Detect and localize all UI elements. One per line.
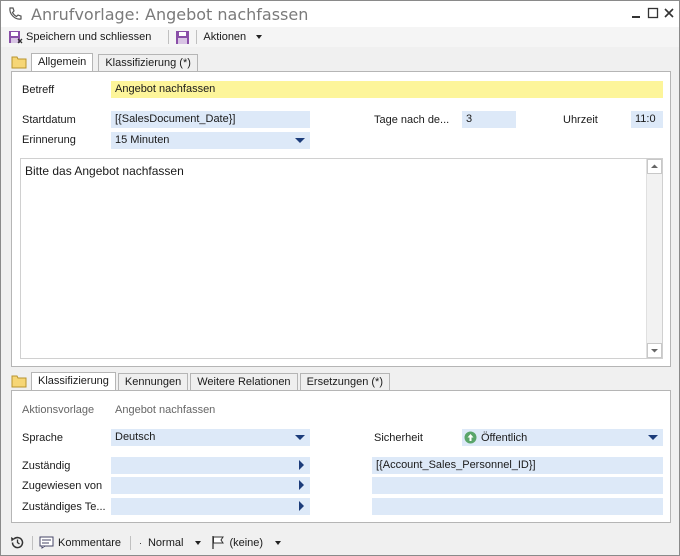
save-close-icon xyxy=(8,30,23,45)
tab-label: Allgemein xyxy=(38,56,87,68)
flag-icon xyxy=(211,535,225,550)
comment-icon xyxy=(39,536,54,549)
bottom-tab-strip: Klassifizierung Kennungen Weitere Relati… xyxy=(5,372,390,390)
time-label: Uhrzeit xyxy=(563,114,598,126)
template-label: Aktionsvorlage xyxy=(22,404,95,416)
team-label: Zuständiges Te... xyxy=(22,501,106,513)
status-separator xyxy=(32,535,33,550)
priority-value: Normal xyxy=(147,536,184,549)
chevron-down-icon xyxy=(295,435,305,440)
template-value: Angebot nachfassen xyxy=(115,404,216,416)
tab-label: Klassifizierung (*) xyxy=(105,57,191,69)
reminder-value: 15 Minuten xyxy=(115,134,170,146)
days-after-label: Tage nach de... xyxy=(374,114,450,126)
folder-icon xyxy=(11,55,27,69)
startdate-label: Startdatum xyxy=(22,114,76,126)
language-select[interactable]: Deutsch xyxy=(111,429,310,446)
minimize-icon[interactable] xyxy=(628,5,644,21)
save-button[interactable] xyxy=(172,28,193,46)
assigned-by-field[interactable] xyxy=(111,477,310,494)
chevron-down-icon xyxy=(256,35,263,39)
chevron-right-icon[interactable] xyxy=(299,501,304,511)
flag-dropdown[interactable]: (keine) xyxy=(208,534,284,552)
security-select[interactable]: Öffentlich xyxy=(462,429,663,446)
history-icon[interactable] xyxy=(9,534,26,551)
phone-icon xyxy=(7,6,23,22)
responsible-right-field[interactable]: [{Account_Sales_Personnel_ID}] xyxy=(372,457,663,474)
chevron-down-icon xyxy=(295,138,305,143)
subject-value: Angebot nachfassen xyxy=(115,83,216,95)
toolbar-separator xyxy=(168,30,170,44)
responsible-label: Zuständig xyxy=(22,460,71,472)
actions-label: Aktionen xyxy=(203,31,247,43)
comments-button[interactable]: Kommentare xyxy=(36,534,124,552)
language-label: Sprache xyxy=(22,432,63,444)
save-close-button[interactable]: Speichern und schliessen xyxy=(5,28,154,46)
actions-menu-button[interactable]: Aktionen xyxy=(200,28,265,46)
scroll-down-arrow[interactable] xyxy=(647,343,662,358)
status-bar: Kommentare · Normal (keine) xyxy=(1,530,679,555)
time-field[interactable]: 11:0 xyxy=(631,111,663,128)
days-after-value: 3 xyxy=(466,113,473,125)
tab-label: Kennungen xyxy=(124,376,182,388)
assigned-by-label: Zugewiesen von xyxy=(22,480,103,492)
assigned-by-right-field[interactable] xyxy=(372,477,663,494)
top-tab-strip: Allgemein Klassifizierung (*) xyxy=(5,53,198,71)
time-value: 11:0 xyxy=(635,113,656,125)
save-icon xyxy=(175,30,190,45)
startdate-field[interactable]: [{SalesDocument_Date}] xyxy=(111,111,310,128)
public-icon xyxy=(464,431,477,444)
close-icon[interactable] xyxy=(661,5,677,21)
subject-field[interactable]: Angebot nachfassen xyxy=(111,81,663,98)
chevron-right-icon[interactable] xyxy=(299,480,304,490)
body-text: Bitte das Angebot nachfassen xyxy=(25,164,184,178)
status-separator xyxy=(129,535,131,550)
team-field[interactable] xyxy=(111,498,310,515)
chevron-down-icon xyxy=(648,435,658,440)
body-text-area[interactable]: Bitte das Angebot nachfassen xyxy=(20,158,663,359)
scroll-up-arrow[interactable] xyxy=(647,159,662,174)
flag-value: (keine) xyxy=(229,536,264,549)
language-value: Deutsch xyxy=(115,431,156,443)
window: Anrufvorlage: Angebot nachfassen Speiche… xyxy=(0,0,680,556)
tab-ersetzungen[interactable]: Ersetzungen (*) xyxy=(299,373,390,390)
priority-dropdown[interactable]: · Normal xyxy=(136,534,204,552)
window-title: Anrufvorlage: Angebot nachfassen xyxy=(31,4,309,24)
folder-icon xyxy=(11,374,27,388)
chevron-down-icon xyxy=(195,540,202,545)
tab-label: Ersetzungen (*) xyxy=(306,376,383,388)
security-value: Öffentlich xyxy=(481,432,528,444)
comments-label: Kommentare xyxy=(58,536,121,549)
reminder-select[interactable]: 15 Minuten xyxy=(111,132,310,149)
maximize-icon[interactable] xyxy=(645,5,661,21)
responsible-field[interactable] xyxy=(111,457,310,474)
classification-panel: Aktionsvorlage Angebot nachfassen Sprach… xyxy=(11,390,671,523)
general-panel: Betreff Angebot nachfassen Startdatum [{… xyxy=(11,71,671,367)
subject-label: Betreff xyxy=(22,84,55,96)
toolbar-separator xyxy=(196,30,198,44)
body-scrollbar[interactable] xyxy=(646,159,662,358)
toolbar: Speichern und schliessen Aktionen xyxy=(1,27,679,47)
startdate-value: [{SalesDocument_Date}] xyxy=(115,113,236,125)
save-close-label: Speichern und schliessen xyxy=(26,31,152,43)
tab-kennungen[interactable]: Kennungen xyxy=(117,373,189,390)
responsible-right-value: [{Account_Sales_Personnel_ID}] xyxy=(376,459,536,471)
tab-label: Klassifizierung xyxy=(38,375,109,387)
tab-allgemein[interactable]: Allgemein xyxy=(31,53,94,71)
tab-label: Weitere Relationen xyxy=(197,376,291,388)
priority-dot-icon: · xyxy=(138,537,142,548)
chevron-down-icon xyxy=(275,540,282,545)
tab-klassifizierung[interactable]: Klassifizierung xyxy=(31,372,116,390)
tab-weitere-relationen[interactable]: Weitere Relationen xyxy=(190,373,298,390)
tab-klassifizierung-top[interactable]: Klassifizierung (*) xyxy=(98,54,198,71)
team-right-field[interactable] xyxy=(372,498,663,515)
chevron-right-icon[interactable] xyxy=(299,460,304,470)
reminder-label: Erinnerung xyxy=(22,134,76,146)
title-bar: Anrufvorlage: Angebot nachfassen xyxy=(1,1,679,27)
security-label: Sicherheit xyxy=(374,432,423,444)
days-after-field[interactable]: 3 xyxy=(462,111,516,128)
